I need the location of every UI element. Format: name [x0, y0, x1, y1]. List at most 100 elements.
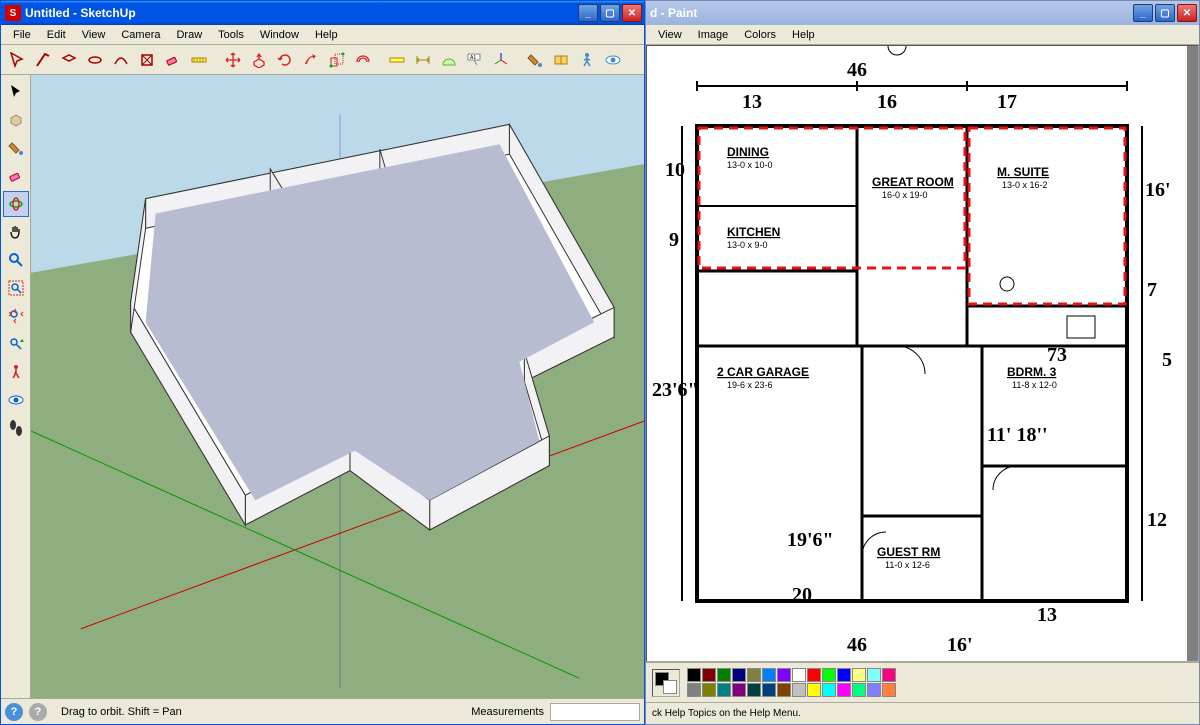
- paint-close-button[interactable]: ✕: [1177, 4, 1197, 22]
- palette-swatch[interactable]: [747, 668, 761, 682]
- palette-swatch[interactable]: [702, 668, 716, 682]
- walk-tool-icon[interactable]: [3, 415, 29, 441]
- palette-swatch[interactable]: [717, 668, 731, 682]
- palette-swatch[interactable]: [777, 668, 791, 682]
- orbit-tool-icon[interactable]: [3, 191, 29, 217]
- palette-swatch[interactable]: [687, 683, 701, 697]
- dimension-icon[interactable]: [411, 48, 435, 72]
- paint-menu-help[interactable]: Help: [784, 27, 823, 43]
- offset-icon[interactable]: [351, 48, 375, 72]
- select-tool-icon[interactable]: [3, 79, 29, 105]
- palette-swatch[interactable]: [837, 668, 851, 682]
- palette-swatch[interactable]: [882, 668, 896, 682]
- palette-swatch[interactable]: [762, 668, 776, 682]
- protractor-icon[interactable]: [437, 48, 461, 72]
- makecomp-icon[interactable]: [135, 48, 159, 72]
- menu-help[interactable]: Help: [307, 27, 346, 43]
- look-icon[interactable]: [601, 48, 625, 72]
- palette-swatch[interactable]: [732, 683, 746, 697]
- paint-canvas-area[interactable]: DINING 13-0 x 10-0 GREAT ROOM 16-0 x 19-…: [646, 45, 1199, 662]
- palette-swatch[interactable]: [807, 683, 821, 697]
- menu-draw[interactable]: Draw: [168, 27, 210, 43]
- paint-titlebar[interactable]: d - Paint _ ▢ ✕: [646, 1, 1199, 25]
- palette-swatch[interactable]: [822, 668, 836, 682]
- help-icon[interactable]: ?: [29, 703, 47, 721]
- text-icon[interactable]: A1: [463, 48, 487, 72]
- axes-icon[interactable]: [489, 48, 513, 72]
- palette-swatch[interactable]: [852, 683, 866, 697]
- paint-menu-view[interactable]: View: [650, 27, 690, 43]
- paint-icon[interactable]: [523, 48, 547, 72]
- palette-grid[interactable]: [687, 668, 896, 697]
- move-icon[interactable]: [221, 48, 245, 72]
- component-tool-icon[interactable]: [3, 107, 29, 133]
- svg-text:9: 9: [669, 229, 679, 251]
- sketchup-titlebar[interactable]: S Untitled - SketchUp _ ▢ ✕: [1, 1, 644, 25]
- room-garage-label: 2 CAR GARAGE: [717, 365, 809, 379]
- lookaround-tool-icon[interactable]: [3, 387, 29, 413]
- zoom-tool-icon[interactable]: [3, 247, 29, 273]
- arc-icon[interactable]: [109, 48, 133, 72]
- svg-text:11-8 x 12-0: 11-8 x 12-0: [1012, 380, 1057, 390]
- rectangle-icon[interactable]: [57, 48, 81, 72]
- menu-tools[interactable]: Tools: [210, 27, 252, 43]
- zoomwindow-tool-icon[interactable]: [3, 275, 29, 301]
- menu-edit[interactable]: Edit: [39, 27, 74, 43]
- palette-swatch[interactable]: [732, 668, 746, 682]
- section-icon[interactable]: [549, 48, 573, 72]
- svg-text:13-0 x 16-2: 13-0 x 16-2: [1002, 180, 1048, 190]
- tape-icon[interactable]: [187, 48, 211, 72]
- paint-maximize-button[interactable]: ▢: [1155, 4, 1175, 22]
- sketchup-toolbar-top: A1: [1, 45, 644, 75]
- menu-file[interactable]: File: [5, 27, 39, 43]
- minimize-button[interactable]: _: [578, 4, 598, 22]
- eraser-tool-icon[interactable]: [3, 163, 29, 189]
- palette-swatch[interactable]: [762, 683, 776, 697]
- menu-window[interactable]: Window: [252, 27, 307, 43]
- paint-menu-colors[interactable]: Colors: [736, 27, 784, 43]
- palette-swatch[interactable]: [702, 683, 716, 697]
- palette-swatch[interactable]: [882, 683, 896, 697]
- position-tool-icon[interactable]: [3, 359, 29, 385]
- paintbucket-tool-icon[interactable]: [3, 135, 29, 161]
- previous-tool-icon[interactable]: [3, 331, 29, 357]
- select-icon[interactable]: [5, 48, 29, 72]
- menu-camera[interactable]: Camera: [113, 27, 168, 43]
- palette-swatch[interactable]: [807, 668, 821, 682]
- sketchup-viewport[interactable]: [31, 75, 644, 698]
- zoomextents-tool-icon[interactable]: [3, 303, 29, 329]
- paint-minimize-button[interactable]: _: [1133, 4, 1153, 22]
- palette-swatch[interactable]: [687, 668, 701, 682]
- circle-icon[interactable]: [83, 48, 107, 72]
- tape2-icon[interactable]: [385, 48, 409, 72]
- line-icon[interactable]: [31, 48, 55, 72]
- pushpull-icon[interactable]: [247, 48, 271, 72]
- svg-text:11' 18'': 11' 18'': [987, 424, 1048, 446]
- color-picker-icon[interactable]: [652, 669, 680, 697]
- palette-swatch[interactable]: [747, 683, 761, 697]
- palette-swatch[interactable]: [777, 683, 791, 697]
- palette-swatch[interactable]: [822, 683, 836, 697]
- palette-swatch[interactable]: [852, 668, 866, 682]
- pan-tool-icon[interactable]: [3, 219, 29, 245]
- close-button[interactable]: ✕: [622, 4, 642, 22]
- maximize-button[interactable]: ▢: [600, 4, 620, 22]
- room-msuite-label: M. SUITE: [997, 165, 1049, 179]
- walk-icon[interactable]: [575, 48, 599, 72]
- palette-swatch[interactable]: [717, 683, 731, 697]
- paint-menu-image[interactable]: Image: [690, 27, 737, 43]
- measurements-input[interactable]: [550, 703, 640, 721]
- paint-canvas[interactable]: DINING 13-0 x 10-0 GREAT ROOM 16-0 x 19-…: [647, 46, 1187, 661]
- palette-swatch[interactable]: [837, 683, 851, 697]
- paint-title: d - Paint: [650, 6, 1133, 20]
- eraser-icon[interactable]: [161, 48, 185, 72]
- scale-icon[interactable]: [325, 48, 349, 72]
- followme-icon[interactable]: [299, 48, 323, 72]
- menu-view[interactable]: View: [74, 27, 114, 43]
- palette-swatch[interactable]: [792, 668, 806, 682]
- palette-swatch[interactable]: [792, 683, 806, 697]
- palette-swatch[interactable]: [867, 683, 881, 697]
- rotate-icon[interactable]: [273, 48, 297, 72]
- instructor-icon[interactable]: ?: [5, 703, 23, 721]
- palette-swatch[interactable]: [867, 668, 881, 682]
